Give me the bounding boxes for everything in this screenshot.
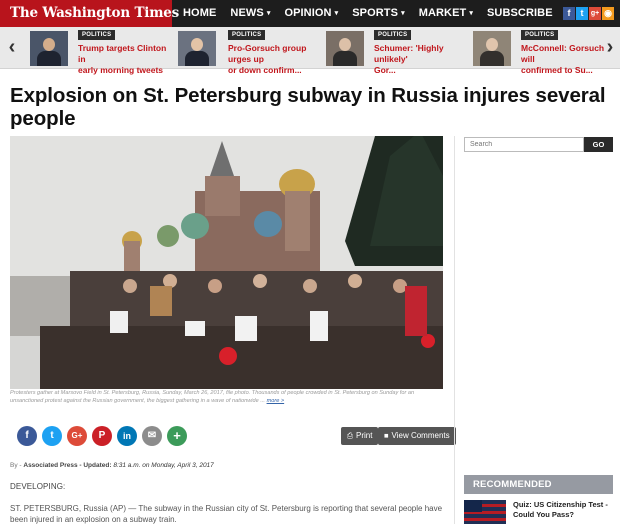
category-badge: POLITICS (78, 30, 116, 40)
byline: By - Associated Press - Updated: 8:31 a.… (10, 462, 214, 469)
comment-icon: ■ (384, 431, 389, 440)
byline-separator: - Updated: (79, 462, 112, 469)
carousel-headline-line: early morning tweets (78, 65, 164, 75)
chevron-down-icon: ▾ (334, 10, 339, 17)
byline-author[interactable]: Associated Press (23, 462, 77, 469)
nav-opinion-label: OPINION (284, 7, 332, 19)
carousel-item[interactable]: POLITICS Schumer: 'Highly unlikely' Gor.… (326, 30, 466, 75)
view-comments-button[interactable]: ■ View Comments (378, 427, 456, 445)
pinterest-share-icon[interactable]: P (92, 426, 112, 446)
nav-home[interactable]: HOME (176, 0, 223, 27)
search-go-button[interactable]: GO (584, 137, 613, 152)
photo-caption-text: Protesters gather at Marsovo Field in St… (10, 390, 415, 404)
caption-more-link[interactable]: more > (267, 398, 285, 404)
carousel-headline-line: or down confirm... (228, 65, 302, 75)
nav-sports-label: SPORTS (352, 7, 399, 19)
facebook-icon[interactable]: f (563, 7, 575, 20)
nav-news-label: NEWS (230, 7, 264, 19)
nav-market[interactable]: MARKET ▾ (412, 0, 480, 27)
category-badge: POLITICS (521, 30, 559, 40)
headline-carousel: ‹ POLITICS Trump targets Clinton in earl… (0, 27, 620, 75)
chevron-down-icon: ▾ (266, 10, 271, 17)
article-body: ST. PETERSBURG, Russia (AP) — The subway… (10, 504, 443, 524)
carousel-thumbnail (326, 31, 364, 66)
google-plus-share-icon[interactable]: G+ (67, 426, 87, 446)
category-badge: POLITICS (374, 30, 412, 40)
photo-caption: Protesters gather at Marsovo Field in St… (10, 390, 443, 405)
column-divider (454, 136, 455, 524)
twitter-icon[interactable]: t (576, 7, 588, 20)
carousel-headline: Trump targets Clinton in early morning t… (78, 43, 170, 76)
recommended-item-title[interactable]: Quiz: US Citizenship Test - Could You Pa… (513, 500, 613, 519)
more-share-icon[interactable]: + (167, 426, 187, 446)
print-icon: ⎙ (347, 431, 353, 440)
top-navigation-bar: The Washington Times HOME NEWS ▾ OPINION ▾… (0, 0, 620, 27)
carousel-headline: Pro-Gorsuch group urges up or down confi… (228, 43, 324, 76)
carousel-thumbnail (30, 31, 68, 66)
nav-subscribe[interactable]: SUBSCRIBE (480, 0, 560, 27)
chevron-down-icon: ▾ (401, 10, 405, 17)
carousel-item[interactable]: POLITICS Pro-Gorsuch group urges up or d… (178, 30, 324, 75)
site-logo[interactable]: The Washington Times (0, 0, 179, 27)
category-badge: POLITICS (228, 30, 266, 40)
search-input[interactable] (464, 137, 584, 152)
chevron-down-icon: ▾ (469, 10, 473, 17)
carousel-headline-line: Schumer: 'Highly unlikely' (374, 43, 444, 64)
byline-date: 8:31 a.m. on Monday, April 3, 2017 (113, 462, 214, 469)
carousel-item[interactable]: POLITICS Trump targets Clinton in early … (30, 30, 170, 75)
carousel-headline-line: Gor... (374, 65, 396, 75)
share-bar: f t G+ P in ✉ + (17, 426, 187, 446)
recommended-header: RECOMMENDED (464, 475, 613, 494)
photo-image (10, 136, 443, 389)
nav-market-label: MARKET (418, 7, 467, 19)
rss-icon[interactable]: ◉ (602, 7, 614, 20)
byline-prefix: By - (10, 462, 22, 469)
carousel-item[interactable]: POLITICS McConnell: Gorsuch will confirm… (473, 30, 605, 75)
chevron-right-icon[interactable]: › (600, 36, 620, 58)
chevron-left-icon[interactable]: ‹ (2, 36, 22, 58)
view-comments-label: View Comments (391, 431, 450, 440)
recommended-thumbnail[interactable] (464, 500, 506, 524)
main-nav: HOME NEWS ▾ OPINION ▾ SPORTS ▾ MARKET ▾ SUBS… (176, 0, 560, 27)
carousel-headline: McConnell: Gorsuch will confirmed to Su.… (521, 43, 605, 76)
facebook-share-icon[interactable]: f (17, 426, 37, 446)
nav-news[interactable]: NEWS ▾ (223, 0, 277, 27)
nav-opinion[interactable]: OPINION ▾ (277, 0, 345, 27)
carousel-thumbnail (178, 31, 216, 66)
nav-subscribe-label: SUBSCRIBE (486, 7, 553, 19)
carousel-thumbnail (473, 31, 511, 66)
email-share-icon[interactable]: ✉ (142, 426, 162, 446)
nav-home-label: HOME (183, 7, 217, 19)
article-photo[interactable] (10, 136, 443, 389)
carousel-headline-line: Pro-Gorsuch group urges up (228, 43, 307, 64)
print-button[interactable]: ⎙ Print (341, 427, 379, 445)
carousel-headline: Schumer: 'Highly unlikely' Gor... (374, 43, 466, 76)
carousel-headline-line: confirmed to Su... (521, 65, 593, 75)
article-headline: Explosion on St. Petersburg subway in Ru… (10, 84, 606, 130)
nav-sports[interactable]: SPORTS ▾ (345, 0, 411, 27)
print-label: Print (356, 431, 373, 440)
carousel-headline-line: Trump targets Clinton in (78, 43, 167, 64)
twitter-share-icon[interactable]: t (42, 426, 62, 446)
linkedin-share-icon[interactable]: in (117, 426, 137, 446)
carousel-headline-line: McConnell: Gorsuch will (521, 43, 605, 64)
google-plus-icon[interactable]: g+ (589, 7, 601, 20)
social-links: f t g+ ◉ (563, 7, 614, 20)
developing-label: DEVELOPING: (10, 482, 66, 491)
